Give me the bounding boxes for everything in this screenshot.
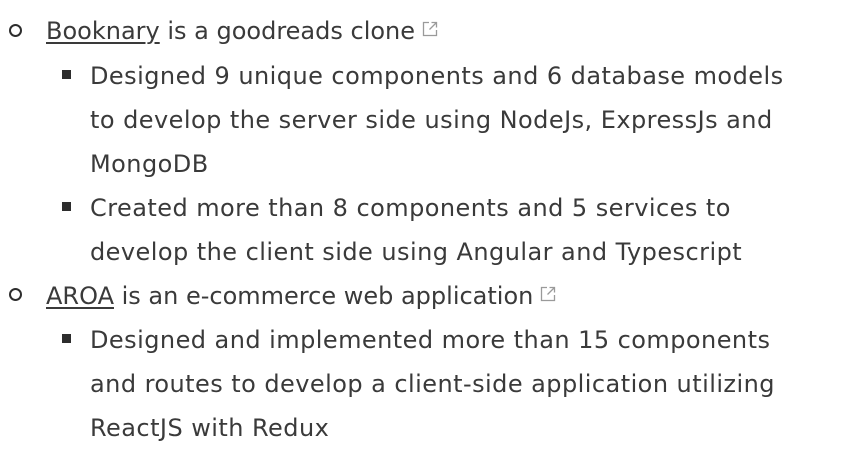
detail-text-line: Created more than 8 components and 5 ser… <box>90 194 731 222</box>
circle-bullet <box>9 288 22 301</box>
project-description: is a goodreads clone <box>159 17 416 45</box>
detail-text-line: and routes to develop a client-side appl… <box>90 370 775 398</box>
circle-bullet <box>9 24 22 37</box>
detail-text-line: Designed 9 unique components and 6 datab… <box>90 62 784 90</box>
square-bullet <box>62 70 71 79</box>
project-description: is an e-commerce web application <box>113 282 534 310</box>
aroa-link[interactable]: AROA <box>46 282 114 310</box>
detail-text-line: Designed and implemented more than 15 co… <box>90 326 771 354</box>
project-title-line: Booknary is a goodreads clone <box>46 16 439 46</box>
detail-text-line: to develop the server side using NodeJs,… <box>90 106 773 134</box>
project-title-line: AROA is an e-commerce web application <box>46 281 557 311</box>
external-link-icon[interactable] <box>421 15 439 45</box>
project-list: Booknary is a goodreads clone Designed 9… <box>0 0 841 453</box>
square-bullet <box>62 334 71 343</box>
detail-text-line: MongoDB <box>90 150 209 178</box>
booknary-link[interactable]: Booknary <box>46 17 160 45</box>
external-link-icon[interactable] <box>539 280 557 310</box>
detail-text-line: develop the client side using Angular an… <box>90 238 743 266</box>
detail-text-line: ReactJS with Redux <box>90 414 330 442</box>
square-bullet <box>62 202 71 211</box>
